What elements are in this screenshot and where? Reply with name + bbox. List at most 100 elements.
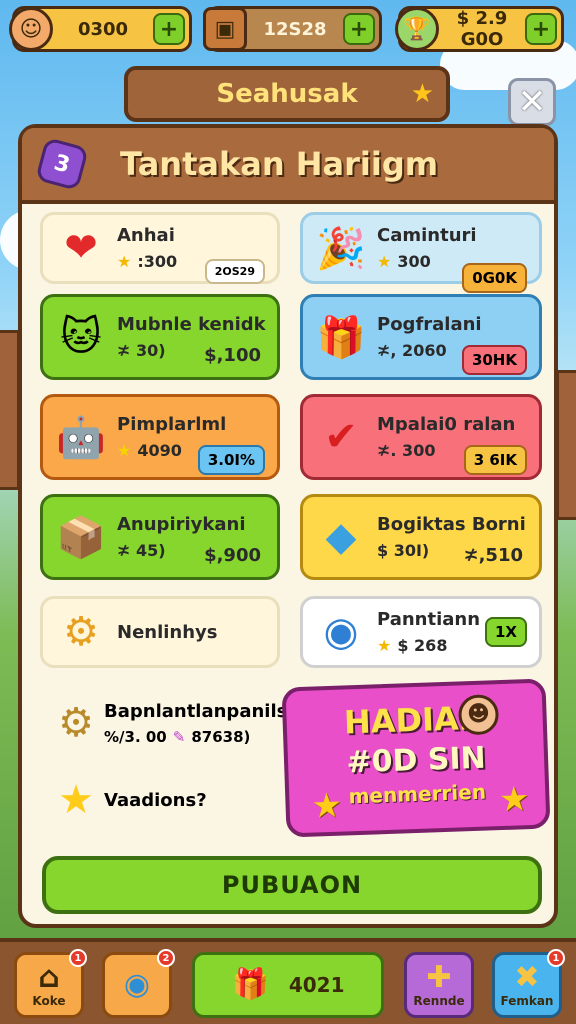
reward-box[interactable]: HADIAH ☻ #0D SIN menmerrien ★ ★ [281, 678, 551, 838]
task-reward: ≭. 300 [377, 441, 436, 460]
task-name: Mpalai0 ralan [377, 414, 516, 435]
task-card[interactable]: ◉ Panntiann ★ $ 268 1X [300, 596, 542, 668]
task-reward: 4090 [137, 441, 182, 460]
task-card[interactable]: 🎉 Caminturi ★ 300 0G0K [300, 212, 542, 293]
bottom-nav: ⌂ Koke 1 ◉ 2 🎁 4021 ✚ Rennde ✖ Femkan 1 [0, 938, 576, 1024]
task-tag: 3 6IK [463, 445, 527, 475]
add-chest-button[interactable]: + [343, 13, 375, 45]
task-card[interactable]: 📦 Anupiriykani ≭ 45) $,900 [40, 494, 280, 580]
notification-badge: 1 [69, 949, 87, 967]
achievement-tag: 87638) [191, 727, 251, 746]
background-house [0, 330, 20, 490]
nav-label: Femkan [500, 994, 554, 1008]
nav-label: Koke [32, 994, 66, 1008]
task-reward: $ 30I) [377, 541, 430, 560]
ticket-icon: ✎ [172, 727, 186, 746]
nav-tools[interactable]: ✖ Femkan 1 [492, 949, 565, 1018]
achievement-reward: %/3. 00 [104, 727, 167, 746]
task-reward: ≭ 30) [117, 341, 166, 360]
nav-label: Rennde [413, 994, 465, 1008]
coin-value: 0300 [77, 18, 129, 40]
task-name: Nenlinhys [117, 621, 218, 643]
claim-button[interactable]: PUBUAON [42, 856, 542, 914]
missions-label: Vaadions? [104, 789, 207, 811]
tools-icon: ✖ [514, 960, 540, 995]
task-card[interactable]: ✔ Mpalai0 ralan ≭. 300 3 6IK [300, 394, 542, 480]
event-banner: Seahusak ★ [124, 66, 450, 122]
notification-badge: 1 [547, 949, 565, 967]
banner-title: Seahusak [216, 79, 358, 109]
daily-tasks-panel: 3 Tantakan Hariigm ❤ Anhai ★:300 2OS29 🎉… [18, 124, 558, 928]
panel-title: Tantakan Hariigm [120, 145, 439, 183]
nav-home[interactable]: ⌂ Koke 1 [14, 949, 87, 1018]
missions-row[interactable]: ★ Vaadions? [48, 770, 288, 830]
gift-icon: 🎁 [231, 967, 269, 1002]
nav-label: 4021 [288, 973, 345, 997]
gift-box-icon: 🎁 [316, 314, 366, 361]
task-card[interactable]: 🐱 Mubnle kenidk ≭ 30) $,100 [40, 294, 280, 380]
task-tag: 2OS29 [204, 259, 265, 284]
robot-icon: 🤖 [56, 414, 106, 461]
star-icon: ★ [498, 779, 531, 821]
task-reward: ≭ 45) [117, 541, 166, 560]
avatar-face-icon: ☺ [9, 7, 53, 51]
checkmark-icon: ✔ [324, 414, 358, 460]
star-icon: ★ [310, 785, 343, 827]
trophy-value: $ 2.9 G0O [456, 8, 508, 50]
task-name: Pogfralani [377, 314, 482, 335]
coin-counter[interactable]: ☺ 0300 + [9, 6, 192, 52]
task-amount: ≭,510 [463, 545, 524, 566]
chest-counter[interactable]: ▣ 12S28 + [203, 6, 382, 52]
coin-icon: ◉ [323, 609, 359, 655]
chest-value: 12S28 [263, 18, 327, 40]
nav-shop[interactable]: 🎁 4021 [192, 952, 384, 1018]
reward-subtitle: #0D SIN [345, 740, 487, 781]
background-house [556, 370, 576, 520]
task-name: Anupiriykani [117, 514, 246, 535]
task-tag: 0G0K [462, 263, 527, 293]
achievement-row[interactable]: ⚙ Bapnlantlanpanils %/3. 00 ✎ 87638) [48, 688, 288, 758]
task-name: Caminturi [377, 225, 477, 246]
task-card[interactable]: ⚙ Nenlinhys [40, 596, 280, 668]
nav-puzzle[interactable]: ✚ Rennde [404, 952, 474, 1018]
add-trophy-button[interactable]: + [525, 13, 557, 45]
trophy-icon: 🏆 [395, 7, 439, 51]
notification-badge: 2 [157, 949, 175, 967]
map-pin-icon: ◉ [123, 967, 151, 1002]
task-card[interactable]: 🎁 Pogfralani ≭, 2060 30HK [300, 294, 542, 380]
level-badge: 3 [35, 137, 89, 191]
add-coins-button[interactable]: + [153, 13, 185, 45]
task-reward: $ 268 [397, 636, 448, 655]
party-hat-icon: 🎉 [316, 225, 366, 272]
task-reward: :300 [137, 252, 178, 271]
task-card[interactable]: 🤖 Pimplarlml ★ 4090 3.0I% [40, 394, 280, 480]
gear-icon: ⚙ [58, 700, 94, 746]
rolling-pin-icon: ⚙ [63, 609, 99, 655]
task-tag: 3.0I% [197, 445, 265, 475]
task-amount: $,900 [204, 545, 261, 566]
task-amount: $,100 [204, 345, 261, 366]
panel-header: 3 Tantakan Hariigm [22, 128, 554, 204]
task-reward: 300 [397, 252, 431, 271]
treasure-chest-icon: ▣ [203, 7, 247, 51]
reward-title: HADIAH [343, 698, 487, 742]
task-tag: 1X [484, 617, 527, 647]
task-name: Pimplarlml [117, 414, 227, 435]
trophy-counter[interactable]: 🏆 $ 2.9 G0O + [395, 6, 564, 52]
close-button[interactable]: ✕ [508, 78, 556, 126]
task-card[interactable]: ◆ Bogiktas Borni $ 30I) ≭,510 [300, 494, 542, 580]
task-name: Anhai [117, 225, 175, 246]
puzzle-icon: ✚ [426, 960, 452, 995]
task-card[interactable]: ❤ Anhai ★:300 2OS29 [40, 212, 280, 284]
gem-icon: ◆ [325, 514, 357, 560]
heart-icon: ❤ [64, 225, 98, 271]
star-icon: ★ [58, 777, 94, 823]
cat-face-icon: 🐱 [60, 314, 102, 360]
nav-map[interactable]: ◉ 2 [102, 949, 175, 1018]
achievement-name: Bapnlantlanpanils [104, 700, 288, 722]
task-name: Mubnle kenidk [117, 314, 266, 335]
star-icon: ★ [410, 79, 434, 109]
home-icon: ⌂ [38, 960, 60, 995]
crate-icon: 📦 [56, 514, 106, 561]
task-name: Bogiktas Borni [377, 514, 526, 535]
